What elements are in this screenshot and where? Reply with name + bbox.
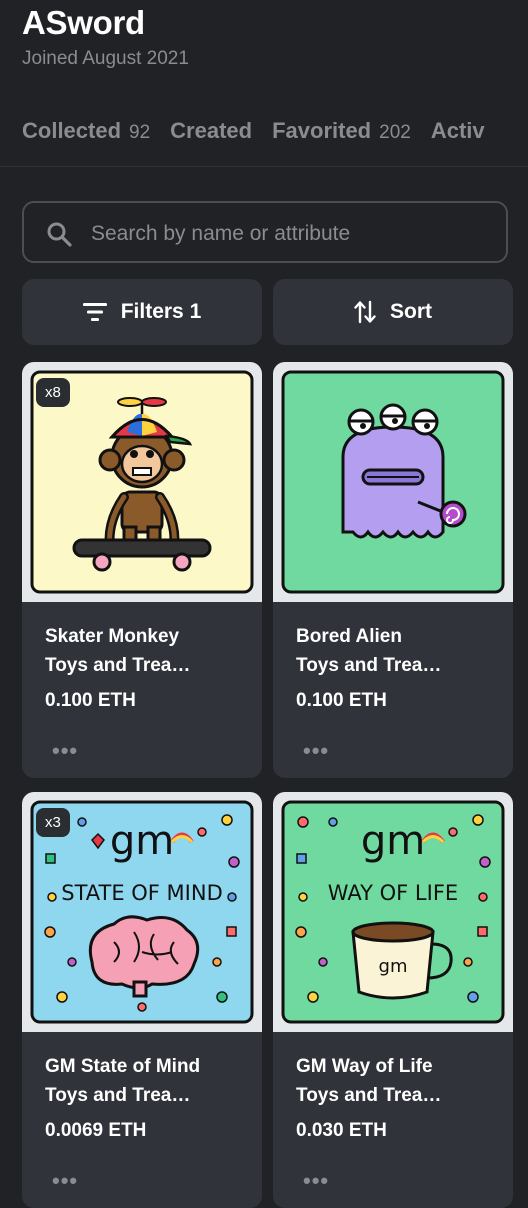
filters-label: Filters 1 <box>120 300 202 323</box>
nft-image[interactable]: gm STATE OF MIND x3 <box>22 792 262 1032</box>
image-gm-text: gm <box>110 818 174 864</box>
tab-activity[interactable]: Activ <box>431 118 485 144</box>
tab-favorited[interactable]: Favorited 202 <box>272 118 411 144</box>
nft-name: Bored Alien <box>296 626 402 647</box>
nft-price: 0.0069 ETH <box>45 1120 147 1141</box>
nft-price: 0.100 ETH <box>296 690 387 711</box>
profile-name: ASword <box>22 4 145 41</box>
nft-card[interactable]: x8 Skater Monkey Toys and Trea… 0.100 ET… <box>22 362 262 778</box>
tab-collected[interactable]: Collected 92 <box>22 118 150 144</box>
nft-image[interactable]: gm WAY OF LIFE gm <box>273 792 513 1032</box>
divider <box>0 166 528 167</box>
nft-card[interactable]: Bored Alien Toys and Trea… 0.100 ETH ••• <box>273 362 513 778</box>
nft-name: GM Way of Life <box>296 1056 433 1077</box>
nft-card[interactable]: gm WAY OF LIFE gm GM Way of Life Toys an… <box>273 792 513 1208</box>
nft-collection: Toys and Trea… <box>296 1085 442 1106</box>
nft-collection: Toys and Trea… <box>45 1085 191 1106</box>
image-caption: WAY OF LIFE <box>328 881 458 905</box>
nft-price: 0.030 ETH <box>296 1120 387 1141</box>
search-box <box>22 201 508 263</box>
nft-image[interactable]: x8 <box>22 362 262 602</box>
image-caption: STATE OF MIND <box>61 881 223 905</box>
tab-count: 92 <box>129 122 151 143</box>
tab-label: Created <box>170 118 253 143</box>
nft-name: GM State of Mind <box>45 1056 201 1077</box>
nft-name: Skater Monkey <box>45 626 180 647</box>
more-options-icon[interactable]: ••• <box>52 1168 78 1194</box>
mug-text: gm <box>379 956 408 977</box>
tab-label: Collected <box>22 118 122 143</box>
quantity-badge: x3 <box>36 808 70 837</box>
nft-image[interactable] <box>273 362 513 602</box>
quantity-badge: x8 <box>36 378 70 407</box>
sort-label: Sort <box>390 300 432 323</box>
tab-label: Favorited <box>272 118 372 143</box>
tab-created[interactable]: Created <box>170 118 252 144</box>
more-options-icon[interactable]: ••• <box>303 1168 329 1194</box>
profile-tabs: Collected 92 Created Favorited 202 Activ <box>22 118 505 144</box>
tab-count: 202 <box>379 122 411 143</box>
sort-button[interactable]: Sort <box>273 279 513 345</box>
nft-price: 0.100 ETH <box>45 690 136 711</box>
nft-collection: Toys and Trea… <box>45 655 191 676</box>
nft-collection: Toys and Trea… <box>296 655 442 676</box>
nft-card[interactable]: gm STATE OF MIND x3 GM State of Mind Toy… <box>22 792 262 1208</box>
filters-button[interactable]: Filters 1 <box>22 279 262 345</box>
joined-date: Joined August 2021 <box>22 48 189 69</box>
sort-icon <box>354 300 376 324</box>
bored-alien-image <box>281 370 505 594</box>
way-of-life-image: gm WAY OF LIFE gm <box>281 800 505 1024</box>
image-gm-text: gm <box>361 818 425 864</box>
tab-label: Activ <box>430 118 485 143</box>
filter-icon <box>82 303 107 321</box>
more-options-icon[interactable]: ••• <box>303 738 329 764</box>
search-icon <box>47 222 72 247</box>
search-input[interactable] <box>89 215 493 253</box>
more-options-icon[interactable]: ••• <box>52 738 78 764</box>
